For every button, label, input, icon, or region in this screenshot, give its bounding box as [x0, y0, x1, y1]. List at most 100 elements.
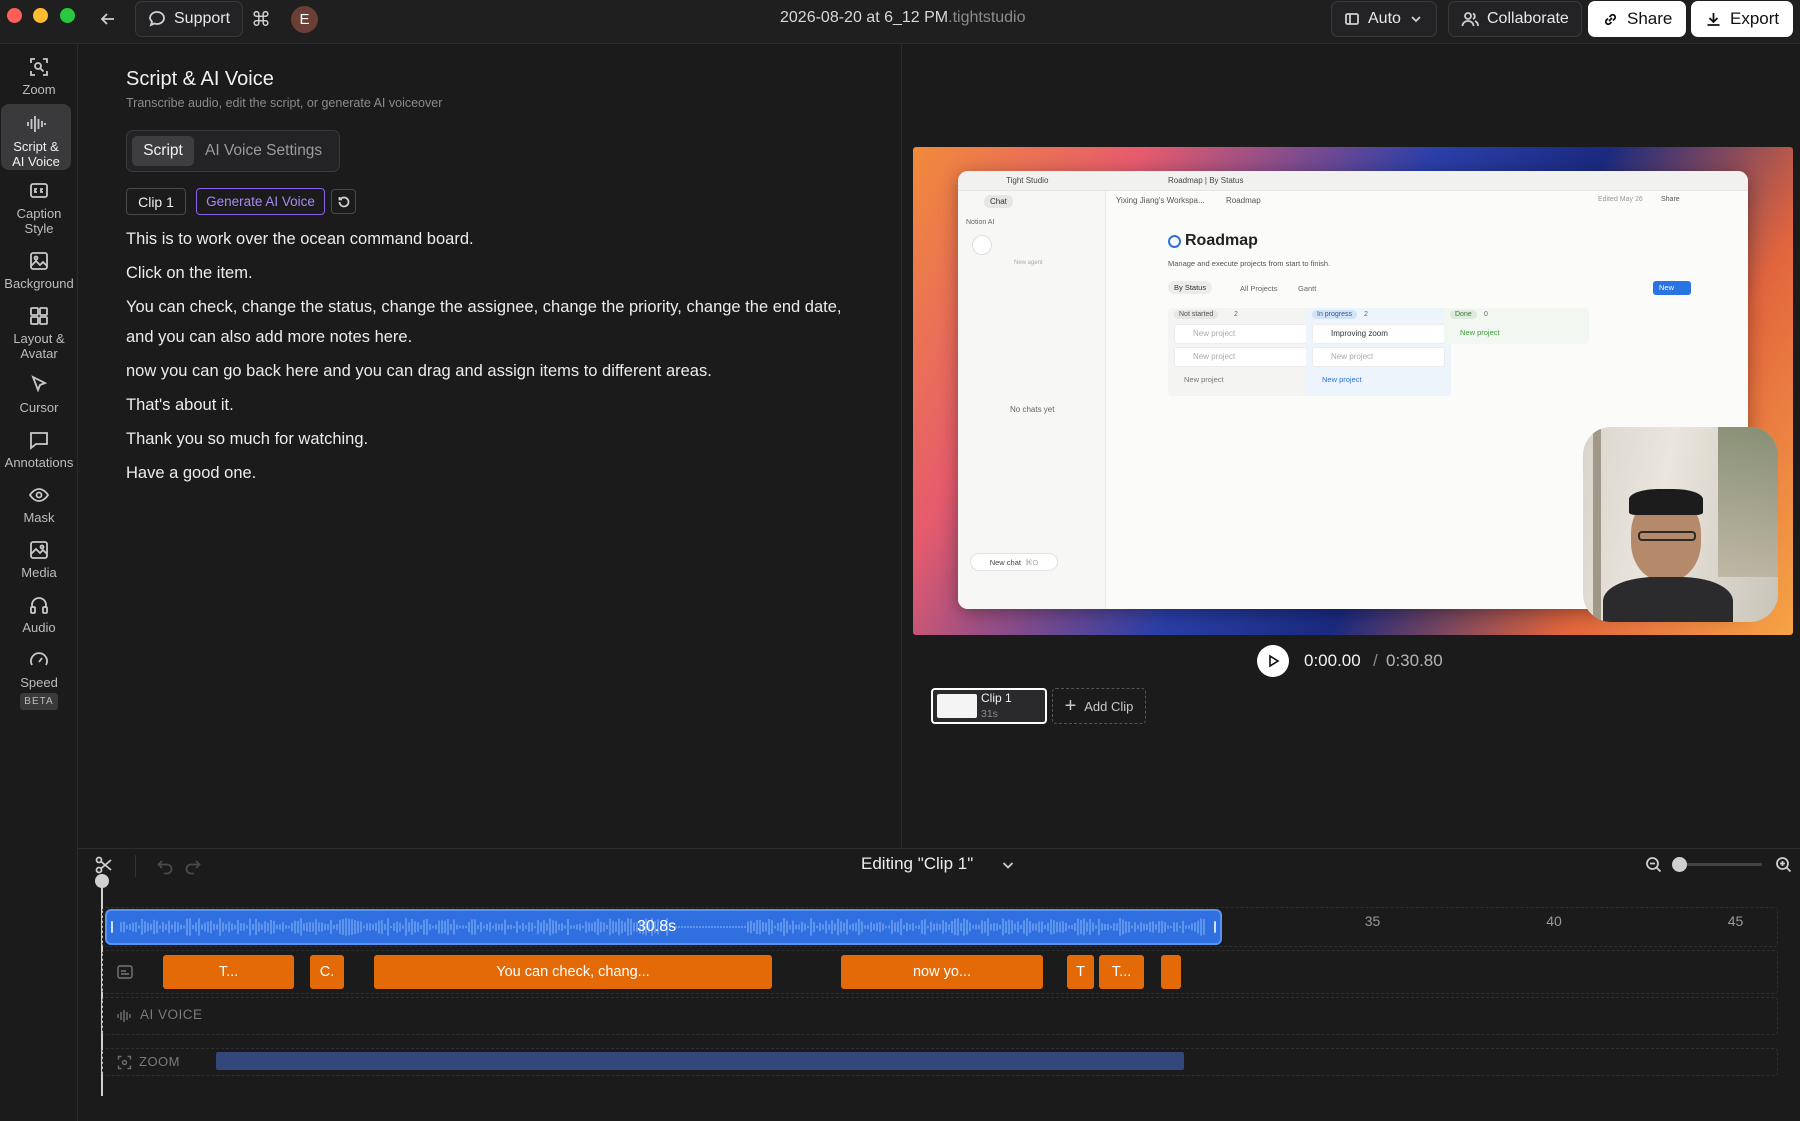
caption-segment[interactable] [1161, 955, 1181, 989]
file-title: 2026-08-20 at 6_12 PM.tightstudio [780, 9, 1026, 27]
tab-ai-voice-settings[interactable]: AI Voice Settings [205, 142, 322, 160]
sidebar-item-label: Audio [22, 620, 56, 635]
users-icon [1461, 12, 1479, 27]
sidebar-item-label: Script & AI Voice [12, 139, 60, 169]
clip-1-button[interactable]: Clip 1 [126, 188, 186, 215]
tab-script[interactable]: Script [132, 136, 194, 166]
back-arrow-icon[interactable] [98, 9, 118, 34]
board-card: Improving zoom [1312, 324, 1445, 344]
audio-duration: 30.8s [637, 918, 677, 935]
playhead-handle[interactable] [95, 874, 109, 888]
board-column-in-progress: In progress 2 Improving zoom New project… [1306, 308, 1451, 396]
recorded-app-name: Tight Studio [1006, 176, 1049, 185]
recorded-new-chat: New chat ⌘O [970, 553, 1058, 571]
script-paragraph[interactable]: Thank you so much for watching. [126, 424, 846, 454]
command-icon[interactable]: ⌘ [251, 7, 271, 32]
generate-ai-voice-button[interactable]: Generate AI Voice [196, 188, 325, 215]
sidebar-item-zoom[interactable]: Zoom [0, 56, 78, 97]
sidebar-item-annotations[interactable]: Annotations [0, 429, 78, 470]
zoom-window-button[interactable] [60, 8, 75, 23]
sidebar-item-speed[interactable]: Speed BETA [0, 649, 78, 710]
recorded-view-all-projects: All Projects [1240, 284, 1278, 293]
total-time: 0:30.80 [1386, 651, 1443, 670]
support-button[interactable]: Support [135, 1, 244, 37]
script-paragraph[interactable]: now you can go back here and you can dra… [126, 356, 846, 386]
column-name: In progress [1312, 310, 1358, 319]
link-icon [1604, 13, 1617, 25]
tool-sidebar: Zoom Script & AI Voice Caption Style Bac… [0, 44, 78, 1121]
sidebar-item-cursor[interactable]: Cursor [0, 374, 78, 415]
plus-icon: + [1064, 695, 1077, 717]
caption-segment[interactable]: You can check, chang... [374, 955, 772, 989]
sidebar-item-media[interactable]: Media [0, 539, 78, 580]
export-button[interactable]: Export [1691, 1, 1794, 37]
sidebar-item-label: Background [4, 276, 74, 291]
minimize-window-button[interactable] [33, 8, 48, 23]
sidebar-item-script-ai-voice[interactable]: Script & AI Voice [1, 104, 71, 170]
zoom-track-label: ZOOM [139, 1054, 180, 1069]
timeline-zoom-slider[interactable] [1672, 857, 1762, 872]
sidebar-item-label: Zoom [22, 82, 56, 97]
new-chat-label: New chat [989, 557, 1021, 567]
script-paragraph[interactable]: This is to work over the ocean command b… [126, 224, 846, 254]
script-paragraph[interactable]: You can check, change the status, change… [126, 292, 846, 352]
caption-segment[interactable]: T [1067, 955, 1094, 989]
regenerate-button[interactable] [331, 189, 356, 214]
recorded-edited: Edited May 26 [1598, 196, 1643, 203]
audio-clip[interactable]: 30.8s [105, 909, 1222, 945]
caption-icon [30, 183, 48, 198]
video-preview[interactable]: Tight Studio Roadmap | By Status Chat No… [913, 147, 1793, 635]
panel-title: Script & AI Voice [126, 68, 274, 90]
sidebar-item-label: Mask [23, 510, 55, 525]
ai-voice-track[interactable] [102, 997, 1778, 1035]
recorded-new-agent: New agent [1014, 260, 1043, 266]
script-tab-bar: Script AI Voice Settings [126, 130, 340, 172]
auto-label: Auto [1368, 10, 1401, 27]
trim-handle-right[interactable] [1214, 921, 1216, 933]
share-label: Share [1627, 9, 1673, 28]
sidebar-item-mask[interactable]: Mask [0, 484, 78, 525]
avatar[interactable]: E [291, 6, 318, 33]
caption-segment[interactable]: T... [163, 955, 294, 989]
caption-segment[interactable]: C. [310, 955, 344, 989]
recorded-view-by-status: By Status [1168, 281, 1213, 294]
zoom-slider-thumb[interactable] [1672, 857, 1687, 872]
sidebar-item-background[interactable]: Background [0, 250, 78, 291]
sidebar-item-layout-avatar[interactable]: Layout & Avatar [0, 305, 78, 361]
sidebar-item-audio[interactable]: Audio [0, 594, 78, 635]
add-clip-button[interactable]: + Add Clip [1052, 688, 1146, 724]
zoom-segment[interactable] [216, 1052, 1184, 1070]
clip-duration: 31s [981, 708, 998, 720]
zoom-icon [117, 1055, 132, 1075]
clip-preview-image [937, 694, 977, 718]
caption-segment[interactable]: T... [1099, 955, 1144, 989]
roadmap-icon [1168, 235, 1181, 248]
board-card: New project [1312, 347, 1445, 367]
recorded-tab-strip: Tight Studio Roadmap | By Status [958, 171, 1748, 191]
trim-handle-left[interactable] [111, 921, 113, 933]
board-card: New project [1174, 324, 1307, 344]
chevron-down-icon[interactable] [1000, 857, 1016, 878]
webcam-door-frame [1593, 427, 1601, 622]
add-clip-label: Add Clip [1084, 698, 1134, 714]
timeline-ruler[interactable]: 5 10 15 20 25 30 35 40 45 [102, 877, 1778, 929]
collaborate-button[interactable]: Collaborate [1448, 1, 1582, 37]
script-paragraph[interactable]: Click on the item. [126, 258, 846, 288]
close-window-button[interactable] [7, 8, 22, 23]
sidebar-item-caption-style[interactable]: Caption Style [0, 180, 78, 236]
webcam-overlay[interactable] [1583, 427, 1778, 622]
play-button[interactable] [1257, 645, 1289, 677]
script-paragraph[interactable]: That's about it. [126, 390, 846, 420]
clip-name: Clip 1 [981, 691, 1012, 705]
editing-clip-label[interactable]: Editing "Clip 1" [861, 854, 973, 874]
image-icon [30, 252, 48, 270]
layout-auto-dropdown[interactable]: Auto [1331, 1, 1437, 37]
recorded-breadcrumb-workspace: Yixing Jiang's Workspa... [1116, 196, 1205, 205]
clip-thumbnail-1[interactable]: Clip 1 31s [931, 688, 1047, 724]
recorded-no-chats: No chats yet [1010, 405, 1055, 414]
speed-icon [30, 652, 48, 666]
caption-track-icon [117, 965, 133, 984]
caption-segment[interactable]: now yo... [841, 955, 1043, 989]
share-button[interactable]: Share [1588, 1, 1687, 37]
script-paragraph[interactable]: Have a good one. [126, 458, 846, 488]
